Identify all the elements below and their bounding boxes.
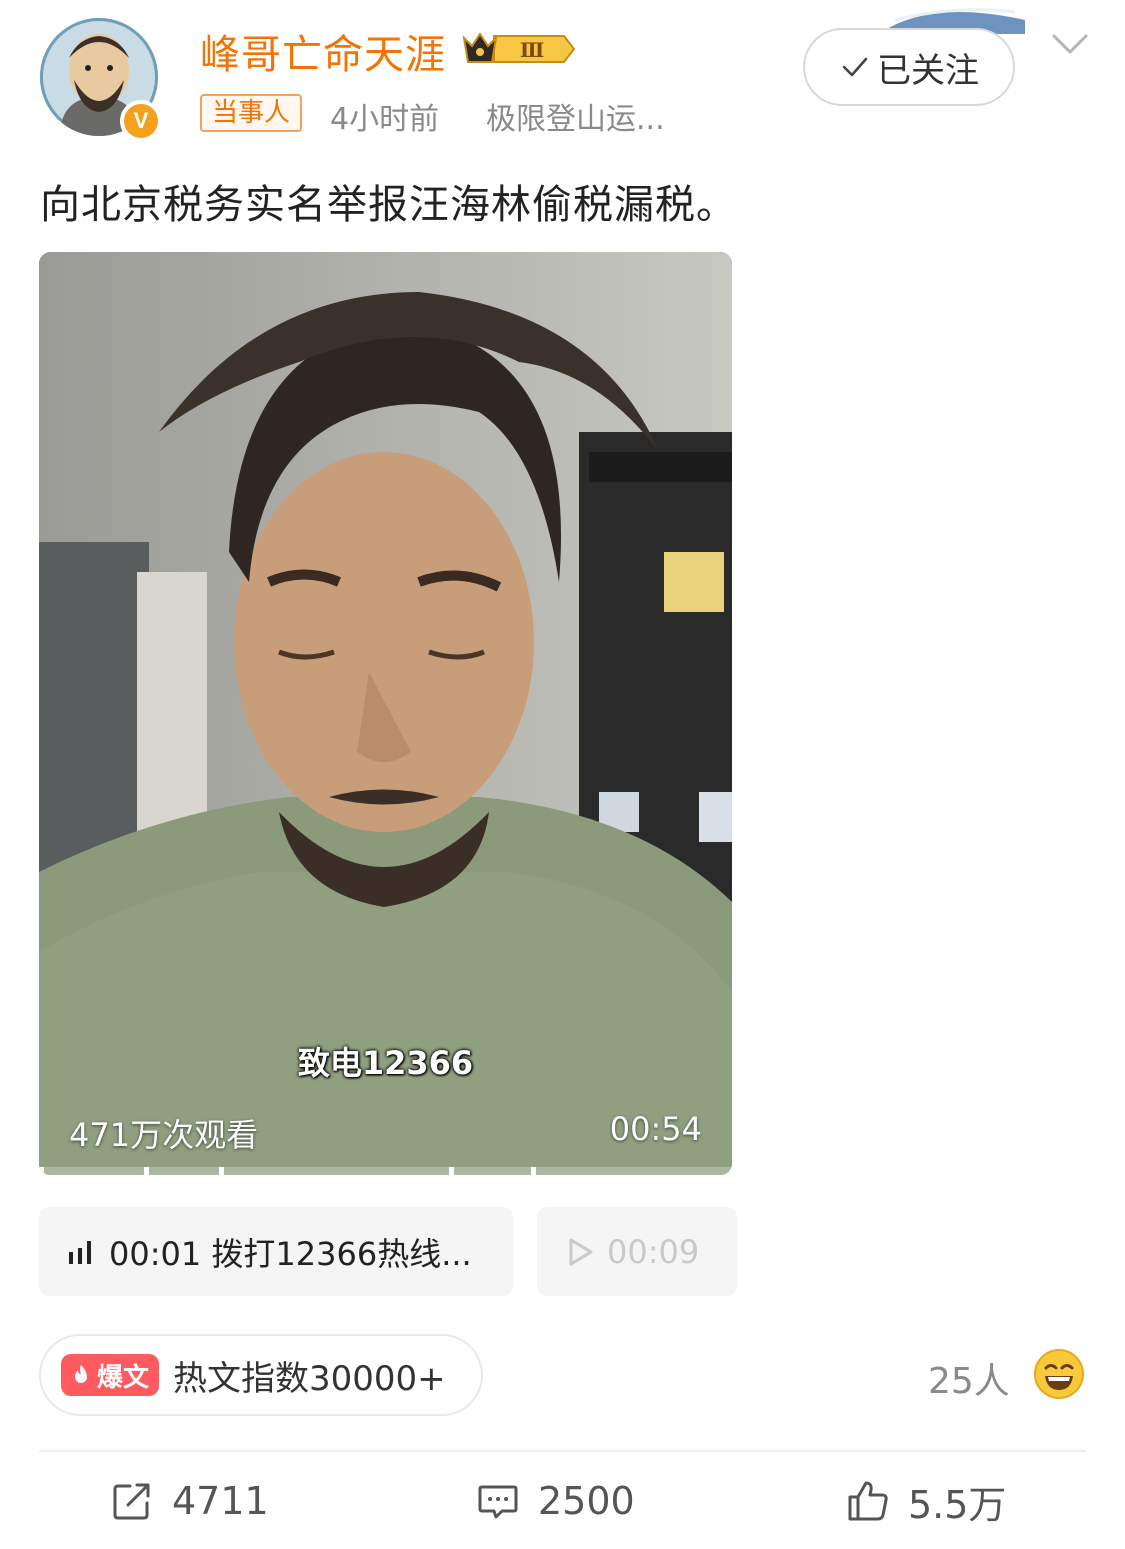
- repost-count: 4711: [172, 1479, 269, 1523]
- chapter-label: 00:01 拨打12366热线...: [109, 1234, 472, 1273]
- laughing-emoji-icon[interactable]: [1033, 1348, 1085, 1400]
- video-player[interactable]: 致电12366 471万次观看 00:54: [39, 252, 732, 1175]
- chevron-down-icon[interactable]: [1050, 30, 1090, 58]
- flame-icon: [75, 1365, 87, 1383]
- thumbs-up-icon: [848, 1481, 888, 1521]
- chapter-marker: [219, 1167, 224, 1175]
- chapter-marker: [144, 1167, 149, 1175]
- chapter-marker: [39, 1167, 44, 1175]
- chapter-marker: [449, 1167, 454, 1175]
- post-text: 向北京税务实名举报汪海林偷税漏税。: [40, 182, 737, 228]
- like-count: 5.5万: [908, 1482, 1007, 1527]
- hot-index-pill[interactable]: 爆文 热文指数30000+: [39, 1334, 483, 1416]
- hot-badge-label: 爆文: [97, 1362, 150, 1393]
- verified-badge-icon: V: [120, 100, 162, 142]
- video-duration: 00:54: [609, 1110, 702, 1148]
- video-thumbnail: [39, 252, 732, 1175]
- chapter-marker: [531, 1167, 536, 1175]
- participant-tag: 当事人: [200, 94, 303, 132]
- like-button[interactable]: 5.5万: [846, 1474, 1006, 1528]
- post-time: 4小时前: [330, 102, 440, 137]
- hot-article-badge: 爆文: [61, 1354, 160, 1396]
- play-icon: [569, 1238, 593, 1265]
- video-subtitle: 致电12366: [297, 1044, 474, 1082]
- comment-button[interactable]: 2500: [476, 1474, 635, 1528]
- post-source[interactable]: 极限登山运...: [486, 94, 665, 138]
- chapter-progress-bar[interactable]: [39, 1167, 732, 1175]
- username[interactable]: 峰哥亡命天涯: [200, 22, 446, 80]
- divider: [39, 1450, 1086, 1452]
- view-count: 471万次观看: [69, 1116, 259, 1154]
- following-button[interactable]: 已关注: [803, 28, 1015, 106]
- reaction-count[interactable]: 25人: [928, 1352, 1010, 1404]
- playing-equalizer-icon: [69, 1240, 91, 1264]
- hot-index-text: 热文指数30000+: [173, 1358, 446, 1399]
- checkmark-icon: [842, 57, 868, 77]
- chapter-label: 00:09: [607, 1232, 700, 1271]
- share-icon: [113, 1483, 150, 1520]
- repost-button[interactable]: 4711: [110, 1474, 269, 1528]
- svg-text:Ⅲ: Ⅲ: [520, 38, 544, 62]
- chapter-item-playing[interactable]: 00:01 拨打12366热线...: [39, 1207, 513, 1296]
- chapter-item-upcoming[interactable]: 00:09: [537, 1207, 737, 1296]
- comment-icon: [478, 1485, 518, 1519]
- following-label: 已关注: [877, 50, 979, 91]
- member-level-badge-icon[interactable]: Ⅲ: [460, 28, 576, 70]
- comment-count: 2500: [538, 1479, 635, 1523]
